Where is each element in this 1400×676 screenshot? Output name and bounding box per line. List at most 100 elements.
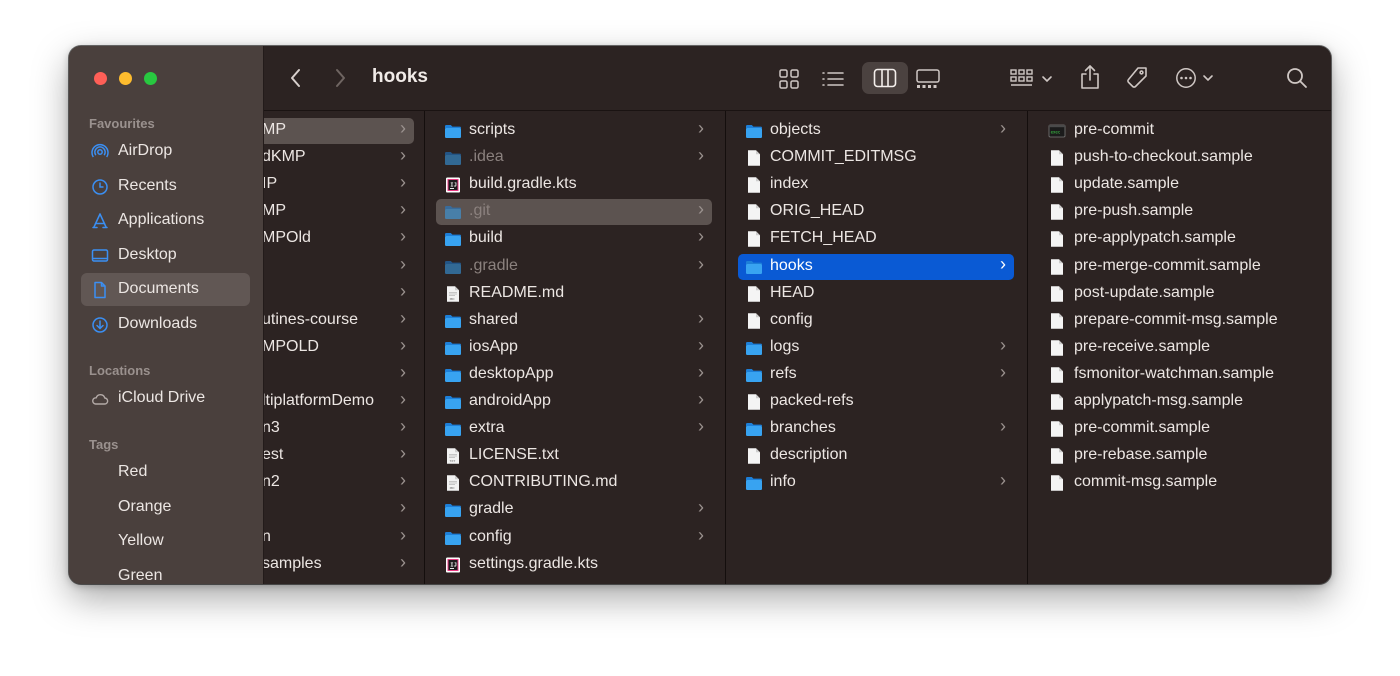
file-row[interactable]: shared › [436,308,712,334]
file-row[interactable]: .idea › [436,145,712,171]
file-row[interactable]: .gradle › [436,254,712,280]
file-row[interactable]: fsmonitor-watchman.sample [1040,362,1320,388]
file-row[interactable]: logs › [738,335,1014,361]
file-row[interactable]: MPOld › [264,226,414,252]
file-row[interactable]: n› [264,525,414,551]
close-window-button[interactable] [94,72,107,85]
file-row[interactable]: pre-applypatch.sample [1040,226,1320,252]
file-row[interactable]: gradle › [436,497,712,523]
tag-button[interactable] [1125,66,1149,90]
folder-icon [746,477,762,491]
column-1[interactable]: MP›dKMP›IP›MP›MPOld›››utines-course›MPOL… [264,111,425,584]
chevron-right-icon: › [698,118,704,138]
tag-color-dot [95,467,107,479]
file-row[interactable]: iosApp › [436,335,712,361]
file-row[interactable]: MP › [264,199,414,225]
sidebar-item-downloads[interactable]: Downloads [81,308,250,341]
file-row[interactable]: pre-receive.sample [1040,335,1320,361]
forward-button[interactable] [333,67,347,89]
file-row[interactable]: scripts › [436,118,712,144]
sidebar-item-airdrop[interactable]: AirDrop [81,135,250,168]
sidebar-tag-green[interactable]: Green [81,560,250,584]
file-row[interactable]: MPOLD › [264,335,414,361]
sidebar-item-applications[interactable]: Applications [81,204,250,237]
file-row[interactable]: build › [436,226,712,252]
file-row[interactable]: post-update.sample [1040,281,1320,307]
sidebar-tag-yellow[interactable]: Yellow [81,525,250,558]
file-row[interactable]: packed-refs [738,389,1014,415]
file-row[interactable]: dKMP › [264,145,414,171]
file-row[interactable]: › [264,254,414,280]
sidebar-item-recents[interactable]: Recents [81,170,250,203]
minimize-window-button[interactable] [119,72,132,85]
sidebar-item-documents[interactable]: Documents [81,273,250,306]
file-row[interactable]: exec pre-commit [1040,118,1320,144]
file-name: shared [469,310,518,328]
column-2[interactable]: scripts › .idea › IJ build.gradle.kts .git › bui… [425,111,726,584]
file-row[interactable]: androidApp › [436,389,712,415]
file-row[interactable]: pre-merge-commit.sample [1040,254,1320,280]
file-row[interactable]: IJ build.gradle.kts [436,172,712,198]
file-row[interactable]: pre-rebase.sample [1040,443,1320,469]
file-row[interactable]: MD README.md [436,281,712,307]
file-row[interactable]: samples › [264,552,414,578]
search-button[interactable] [1286,67,1308,89]
gallery-view-button[interactable] [915,68,941,90]
file-row[interactable]: ORIG_HEAD [738,199,1014,225]
icon-view-button[interactable] [778,68,800,90]
file-row[interactable]: applypatch-msg.sample [1040,389,1320,415]
back-button[interactable] [289,67,303,89]
file-row[interactable]: update.sample [1040,172,1320,198]
file-row[interactable]: pre-push.sample [1040,199,1320,225]
file-row[interactable]: index [738,172,1014,198]
sidebar-tag-red[interactable]: Red [81,456,250,489]
zoom-window-button[interactable] [144,72,157,85]
sidebar-item-icloud-drive[interactable]: iCloud Drive [81,382,250,415]
file-row[interactable]: › [264,362,414,388]
file-row[interactable]: pre-commit.sample [1040,416,1320,442]
file-row[interactable]: MP › [264,118,414,144]
file-row[interactable]: IP › [264,172,414,198]
column-view-button[interactable] [862,62,908,94]
group-button[interactable] [1010,68,1054,90]
file-row[interactable]: hooks › [738,253,1014,280]
file-row[interactable]: refs › [738,362,1014,388]
file-row[interactable]: › [264,281,414,307]
file-row[interactable]: info › [738,470,1014,496]
file-row[interactable]: extra › [436,416,712,442]
list-view-button[interactable] [821,68,845,90]
document-file-icon [748,285,760,302]
sidebar-item-desktop[interactable]: Desktop [81,239,250,272]
file-row[interactable]: config [738,308,1014,334]
file-row[interactable]: COMMIT_EDITMSG [738,145,1014,171]
file-row[interactable]: .git › [436,199,712,226]
markdown-file-icon: MD [447,475,459,492]
file-row[interactable]: › [264,497,414,523]
file-row[interactable]: TXT LICENSE.txt [436,443,712,469]
chevron-right-icon: › [698,416,704,437]
file-row[interactable]: MD CONTRIBUTING.md [436,470,712,496]
file-row[interactable]: description [738,443,1014,469]
sidebar-tag-orange[interactable]: Orange [81,491,250,524]
chevron-right-icon: › [698,145,704,166]
column-3[interactable]: objects › COMMIT_EDITMSG index ORIG_HEAD FETC… [727,111,1028,584]
file-row[interactable]: IJ settings.gradle.kts [436,552,712,578]
file-row[interactable]: est › [264,443,414,469]
more-actions-button[interactable] [1175,67,1221,89]
file-row[interactable]: n2 › [264,470,414,496]
file-row[interactable]: objects › [738,118,1014,144]
file-row[interactable]: ltiplatformDemo › [264,389,414,415]
file-row[interactable]: desktopApp › [436,362,712,388]
chevron-right-icon: › [400,389,406,409]
file-row[interactable]: n3 › [264,416,414,442]
column-4[interactable]: exec pre-commit push-to-checkout.sample upd… [1029,111,1331,584]
file-row[interactable]: commit-msg.sample [1040,470,1320,496]
share-button[interactable] [1079,64,1101,90]
file-row[interactable]: prepare-commit-msg.sample [1040,308,1320,334]
file-row[interactable]: utines-course › [264,308,414,334]
file-row[interactable]: push-to-checkout.sample [1040,145,1320,171]
file-row[interactable]: FETCH_HEAD [738,226,1014,252]
file-row[interactable]: HEAD [738,281,1014,307]
file-row[interactable]: config › [436,525,712,551]
file-row[interactable]: branches › [738,416,1014,442]
